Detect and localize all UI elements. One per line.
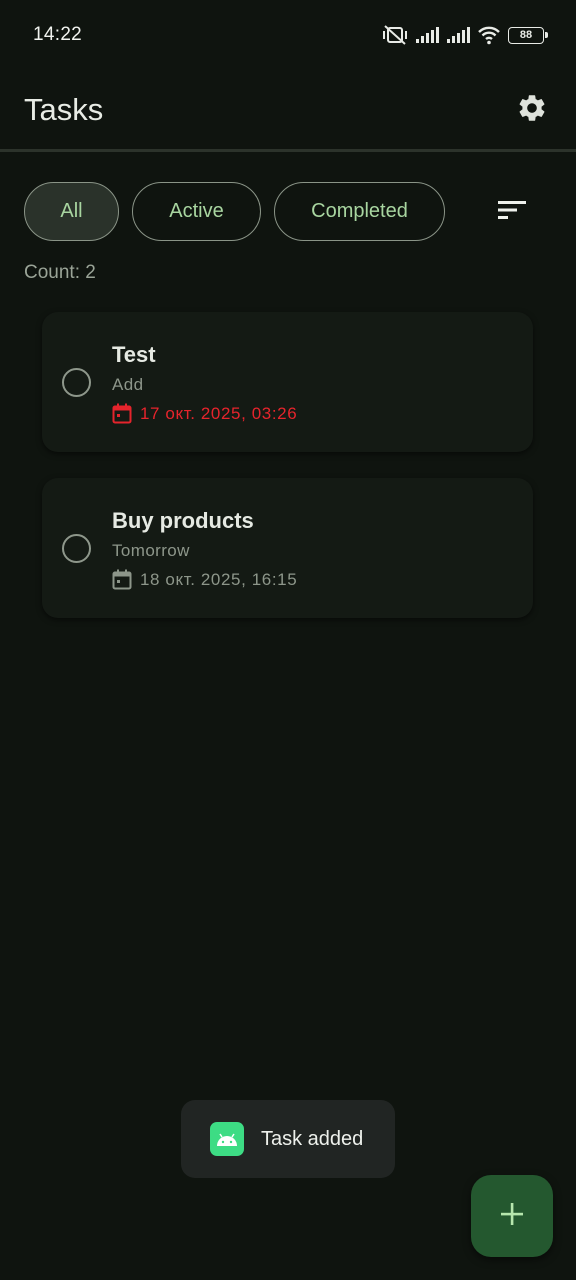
app-bar-divider <box>0 149 576 152</box>
filter-chip-all[interactable]: All <box>24 182 119 241</box>
task-date-text: 17 окт. 2025, 03:26 <box>140 403 298 423</box>
toast: Task added <box>181 1100 395 1178</box>
filter-chips: All Active Completed <box>24 182 552 241</box>
status-icons: 88 <box>382 24 548 46</box>
task-due-date: 17 окт. 2025, 03:26 <box>112 403 297 424</box>
tasks-screen: 14:22 88 Tasks All Active Completed Coun… <box>0 0 576 1280</box>
task-title: Buy products <box>112 508 254 533</box>
task-card[interactable]: Test Add 17 окт. 2025, 03:26 <box>42 312 533 452</box>
task-description: Tomorrow <box>112 541 190 560</box>
status-time: 14:22 <box>33 24 83 45</box>
filter-chip-active[interactable]: Active <box>132 182 261 241</box>
sort-button[interactable] <box>492 192 532 232</box>
add-task-button[interactable] <box>471 1175 553 1257</box>
battery-icon: 88 <box>508 26 548 44</box>
sort-icon <box>498 199 526 226</box>
wifi-icon <box>477 25 501 45</box>
task-complete-checkbox[interactable] <box>62 368 91 397</box>
task-description: Add <box>112 375 144 394</box>
calendar-icon <box>112 403 132 424</box>
signal-icon <box>446 26 470 44</box>
task-complete-checkbox[interactable] <box>62 534 91 563</box>
battery-level: 88 <box>519 29 533 41</box>
calendar-icon <box>112 569 132 590</box>
filter-chip-label: Completed <box>311 200 408 222</box>
task-due-date: 18 окт. 2025, 16:15 <box>112 569 297 590</box>
plus-icon <box>500 1202 524 1231</box>
signal-icon <box>415 26 439 44</box>
filter-chip-label: Active <box>169 200 224 222</box>
filter-chip-label: All <box>60 200 83 222</box>
task-count: Count: 2 <box>24 262 96 283</box>
app-bar: Tasks <box>0 70 576 150</box>
page-title: Tasks <box>24 92 104 127</box>
toast-message: Task added <box>261 1127 364 1150</box>
android-app-icon <box>210 1122 244 1156</box>
settings-button[interactable] <box>512 90 552 130</box>
gear-icon <box>516 92 548 129</box>
status-bar: 14:22 88 <box>0 0 576 70</box>
silent-vibrate-icon <box>382 24 408 46</box>
task-card[interactable]: Buy products Tomorrow 18 окт. 2025, 16:1… <box>42 478 533 618</box>
task-title: Test <box>112 342 156 367</box>
filter-chip-completed[interactable]: Completed <box>274 182 445 241</box>
task-date-text: 18 окт. 2025, 16:15 <box>140 569 298 589</box>
